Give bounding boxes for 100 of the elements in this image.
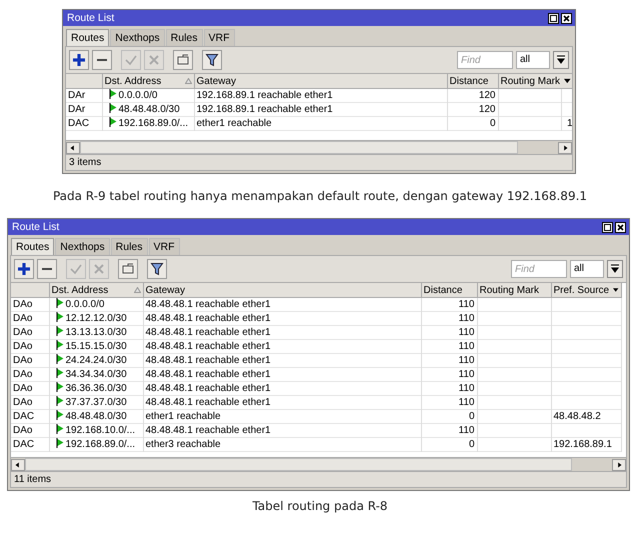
table-cell: 1: [566, 118, 572, 128]
table-cell: 34.34.34.0/30: [66, 369, 127, 380]
status-text: 3 items: [69, 157, 102, 168]
table-cell: 110: [458, 368, 474, 380]
status-text: 11 items: [14, 474, 52, 485]
table-cell: DAo: [13, 312, 32, 324]
add-button[interactable]: [14, 259, 34, 279]
table-cell: DAo: [13, 368, 32, 380]
horizontal-scrollbar[interactable]: [66, 141, 572, 155]
table-cell: 110: [458, 298, 474, 310]
flag-icon: [56, 298, 64, 308]
search-field[interactable]: Find: [511, 260, 567, 278]
remove-button[interactable]: [92, 50, 112, 70]
table-cell: DAo: [13, 424, 32, 436]
flag-icon: [108, 117, 116, 127]
table-cell: ether1 reachable: [196, 118, 272, 128]
table-cell: 36.36.36.0/30: [66, 383, 127, 394]
caption: Pada R-9 tabel routing hanya menampakan default route, dengan gateway 192.168.89.1: [52, 189, 588, 203]
window-title: Route List: [12, 221, 60, 233]
table-cell: DAr: [68, 90, 86, 100]
table-cell: 13.13.13.0/30: [66, 327, 127, 338]
table-cell: 192.168.89.1: [554, 438, 612, 450]
comment-button[interactable]: [173, 50, 193, 70]
table-cell: 24.24.24.0/30: [66, 355, 127, 366]
dropdown-icon[interactable]: [564, 78, 570, 84]
table-cell: DAo: [13, 326, 32, 338]
table-cell: 110: [458, 326, 474, 338]
table-cell: 48.48.48.1 reachable ether1: [146, 382, 271, 394]
close-icon[interactable]: [615, 222, 626, 232]
tab[interactable]: Nexthops: [110, 29, 165, 46]
tab[interactable]: Routes: [11, 238, 54, 255]
filter-button[interactable]: [202, 50, 222, 70]
horizontal-scrollbar[interactable]: [11, 458, 626, 472]
sort-icon: [134, 287, 140, 293]
table-cell: 0: [468, 438, 474, 450]
scroll-right-icon[interactable]: [612, 458, 626, 470]
dropdown-icon[interactable]: [613, 287, 618, 293]
table-cell: DAo: [13, 354, 32, 366]
table-cell: 48.48.48.2: [554, 410, 601, 422]
comment-button[interactable]: [118, 259, 138, 279]
flag-icon: [108, 103, 116, 113]
table-cell: 48.48.48.1 reachable ether1: [146, 354, 271, 366]
table-cell: 110: [458, 382, 474, 394]
maximize-icon[interactable]: [548, 12, 559, 24]
table-cell: DAo: [13, 298, 32, 310]
filter-icon: [205, 53, 219, 67]
table-cell: ether1 reachable: [146, 410, 221, 422]
check-icon: [69, 262, 83, 276]
table-cell: 0.0.0.0/0: [118, 90, 158, 101]
tab[interactable]: VRF: [148, 238, 180, 255]
tab[interactable]: Routes: [66, 29, 110, 46]
filter-dropdown[interactable]: all: [516, 51, 550, 69]
table-cell: 192.168.89.1 reachable ether1: [196, 104, 333, 114]
flag-icon: [56, 340, 64, 350]
table-cell: DAo: [13, 382, 32, 394]
table-cell: 192.168.89.0/...: [66, 439, 136, 450]
table-cell: 12.12.12.0/30: [66, 313, 127, 324]
table-cell: ether3 reachable: [146, 438, 221, 450]
filter-icon: [150, 262, 164, 276]
add-button[interactable]: [69, 50, 89, 70]
table-cell: 48.48.48.1 reachable ether1: [146, 298, 271, 310]
table-cell: 120: [478, 104, 496, 114]
tab[interactable]: Nexthops: [55, 238, 110, 255]
tab[interactable]: Rules: [110, 238, 148, 255]
flag-icon: [56, 382, 64, 392]
table-cell: 0: [468, 410, 474, 422]
close-icon[interactable]: [561, 12, 572, 24]
cross-icon: [147, 53, 161, 67]
column-header[interactable]: Gateway: [196, 76, 236, 86]
cross-icon: [92, 262, 106, 276]
plus-icon: [17, 262, 31, 276]
table-cell: DAo: [13, 396, 32, 408]
plus-icon: [72, 53, 86, 67]
table-cell: 48.48.48.0/30: [118, 104, 180, 115]
tab[interactable]: VRF: [204, 29, 234, 46]
flag-icon: [56, 396, 64, 406]
table-cell: 15.15.15.0/30: [66, 341, 127, 352]
remove-button[interactable]: [37, 259, 57, 279]
flag-icon: [56, 354, 64, 364]
scroll-right-icon[interactable]: [558, 142, 572, 154]
table-cell: 48.48.48.1 reachable ether1: [146, 368, 271, 380]
tab[interactable]: Rules: [166, 29, 202, 46]
table-cell: 0: [490, 118, 496, 128]
search-field[interactable]: Find: [457, 51, 513, 69]
check-icon: [124, 53, 138, 67]
collapse-icon[interactable]: [607, 260, 623, 278]
table-cell: 48.48.48.1 reachable ether1: [146, 424, 271, 436]
flag-icon: [56, 424, 64, 434]
scroll-left-icon[interactable]: [66, 142, 80, 154]
table-cell: 48.48.48.1 reachable ether1: [146, 340, 271, 352]
table-cell: 48.48.48.0/30: [66, 411, 127, 422]
filter-button[interactable]: [147, 259, 167, 279]
collapse-icon[interactable]: [553, 51, 569, 69]
maximize-icon[interactable]: [602, 222, 613, 232]
column-header[interactable]: Gateway: [146, 284, 185, 296]
table-cell: DAC: [13, 410, 34, 422]
table-cell: DAC: [13, 438, 34, 450]
scroll-left-icon[interactable]: [11, 458, 25, 470]
table-cell: 192.168.89.0/...: [118, 118, 188, 129]
filter-dropdown[interactable]: all: [570, 260, 604, 278]
